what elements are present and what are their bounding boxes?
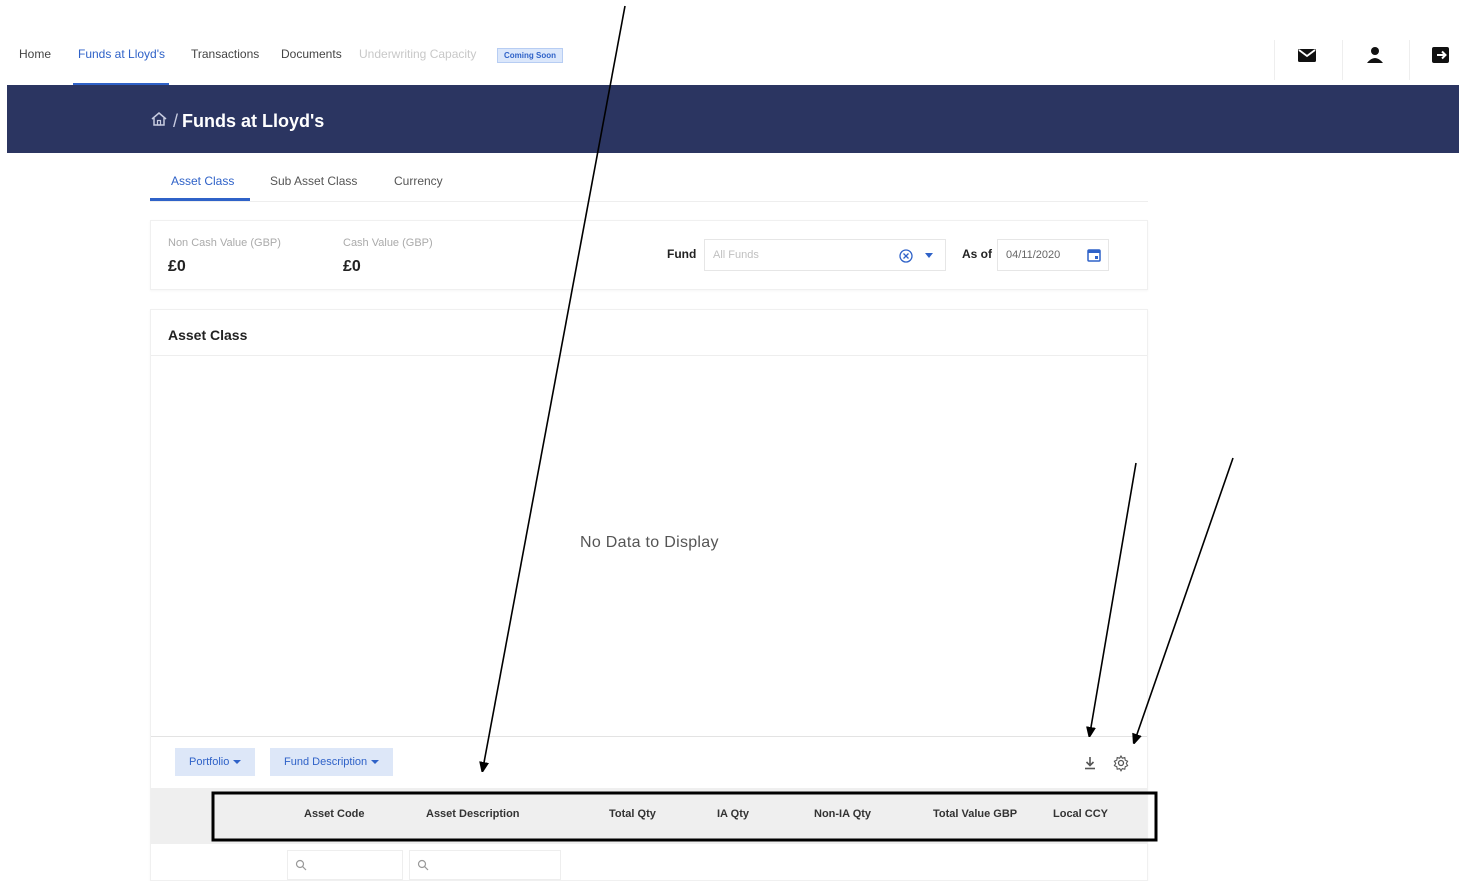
column-header-total-value-gbp[interactable]: Total Value GBP xyxy=(933,808,1017,820)
asset-code-filter-input[interactable] xyxy=(287,850,403,880)
column-header-asset-code[interactable]: Asset Code xyxy=(304,808,365,820)
search-icon xyxy=(295,859,307,871)
top-nav: Home Funds at Lloyd's Transactions Docum… xyxy=(0,0,1466,85)
annotation-arrow xyxy=(1135,457,1234,740)
tab-currency[interactable]: Currency xyxy=(394,174,443,188)
nav-underwriting-capacity: Underwriting Capacity xyxy=(359,47,477,61)
fund-select-placeholder: All Funds xyxy=(713,249,759,261)
as-of-date-input[interactable]: 04/11/2020 xyxy=(997,239,1109,271)
tab-asset-class[interactable]: Asset Class xyxy=(171,174,234,188)
tab-sub-asset-class[interactable]: Sub Asset Class xyxy=(270,174,357,188)
nav-documents[interactable]: Documents xyxy=(281,47,342,61)
column-header-total-qty[interactable]: Total Qty xyxy=(609,808,656,820)
logout-icon[interactable] xyxy=(1430,44,1452,66)
group-chip-fund-description[interactable]: Fund Description xyxy=(270,748,394,776)
grid-header: Asset Code Asset Description Total Qty I… xyxy=(151,788,1147,844)
cash-value: £0 xyxy=(343,258,361,275)
column-header-asset-description[interactable]: Asset Description xyxy=(426,808,520,820)
home-icon[interactable] xyxy=(150,111,168,127)
asset-description-filter-input[interactable] xyxy=(409,850,561,880)
fund-label: Fund xyxy=(667,247,697,261)
column-header-local-ccy[interactable]: Local CCY xyxy=(1053,808,1108,820)
chevron-down-icon xyxy=(371,760,380,765)
empty-state-message: No Data to Display xyxy=(580,534,719,551)
summary-card: Non Cash Value (GBP) £0 Cash Value (GBP)… xyxy=(150,220,1148,290)
nav-home[interactable]: Home xyxy=(19,47,51,61)
fund-select[interactable]: All Funds xyxy=(704,239,946,271)
breadcrumb-separator: / xyxy=(173,111,179,131)
cash-value-label: Cash Value (GBP) xyxy=(343,237,433,249)
group-chip-portfolio[interactable]: Portfolio xyxy=(175,748,256,776)
nav-divider xyxy=(1274,40,1275,80)
column-header-non-ia-qty[interactable]: Non-IA Qty xyxy=(814,808,871,820)
group-chip-label: Portfolio xyxy=(189,756,230,768)
nav-divider xyxy=(1342,40,1343,80)
coming-soon-badge: Coming Soon xyxy=(497,48,563,63)
mail-icon[interactable] xyxy=(1296,44,1318,66)
grid-toolbar-divider xyxy=(151,736,1147,737)
nav-divider xyxy=(1409,40,1410,80)
clear-icon[interactable] xyxy=(898,248,914,264)
page-header: / Funds at Lloyd's xyxy=(7,85,1459,153)
nav-transactions[interactable]: Transactions xyxy=(191,47,259,61)
breadcrumb: / Funds at Lloyd's xyxy=(173,111,324,132)
download-icon[interactable] xyxy=(1081,754,1099,772)
calendar-icon[interactable] xyxy=(1086,247,1102,263)
chevron-down-icon xyxy=(233,760,242,765)
non-cash-value-label: Non Cash Value (GBP) xyxy=(168,237,281,249)
search-icon xyxy=(417,859,429,871)
user-icon[interactable] xyxy=(1364,44,1386,66)
panel-title: Asset Class xyxy=(168,327,248,343)
group-chip-label: Fund Description xyxy=(284,756,368,768)
as-of-date-value: 04/11/2020 xyxy=(1006,249,1061,261)
page-title: Funds at Lloyd's xyxy=(182,111,325,131)
nav-funds-at-lloyds[interactable]: Funds at Lloyd's xyxy=(78,47,165,61)
tab-divider xyxy=(150,201,1148,202)
as-of-label: As of xyxy=(962,247,992,261)
gear-icon[interactable] xyxy=(1112,754,1130,772)
non-cash-value: £0 xyxy=(168,258,186,275)
column-header-ia-qty[interactable]: IA Qty xyxy=(717,808,749,820)
asset-class-panel: Asset Class No Data to Display Portfolio… xyxy=(150,309,1148,881)
panel-divider xyxy=(151,355,1147,356)
chevron-down-icon[interactable] xyxy=(925,253,933,258)
